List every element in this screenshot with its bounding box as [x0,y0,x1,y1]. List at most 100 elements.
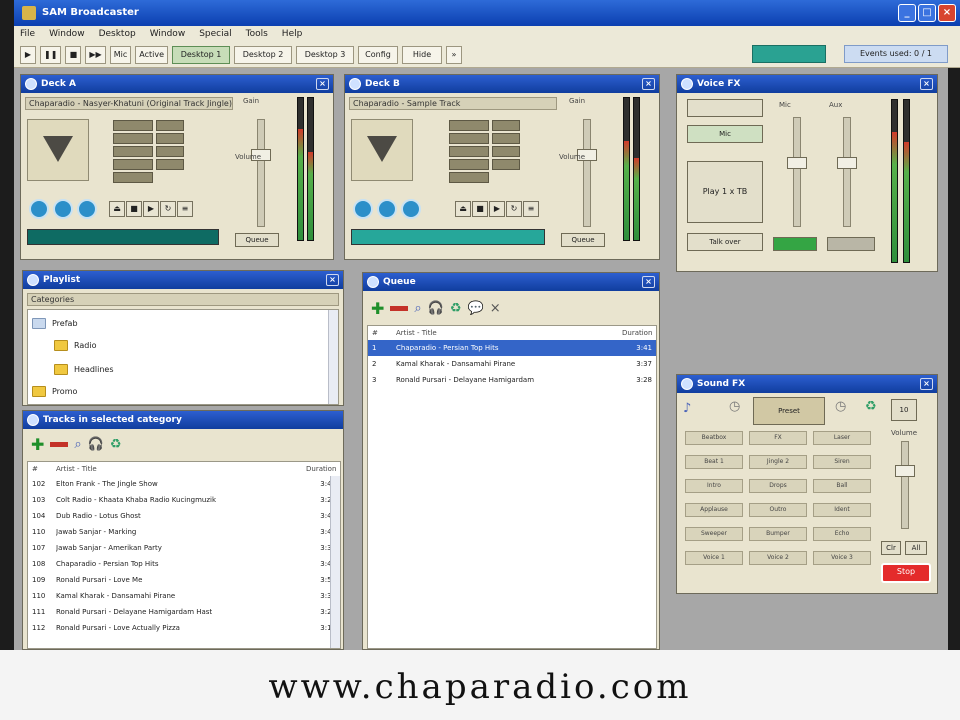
pause-icon[interactable]: ❚❚ [40,45,62,64]
menu-special[interactable]: Special [199,29,231,42]
queue-row[interactable]: 2 Kamal Kharak - Dansamahi Pirane 3:37 [368,356,656,372]
track-row[interactable]: 103 Colt Radio - Khaata Khaba Radio Kucin… [28,492,340,508]
queue-close-small-icon[interactable]: × [490,301,501,316]
deck-a-fx-icon[interactable]: ≡ [177,201,193,217]
fx-slot-button[interactable]: Drops [749,479,807,493]
deck-b-fx-icon[interactable]: ≡ [523,201,539,217]
deck-b-queue-button[interactable]: Queue [561,233,605,247]
voice-fx-aux-knob[interactable] [837,157,857,169]
mode-button[interactable]: Active [135,45,168,64]
fx-slot-button[interactable]: Jingle 2 [749,455,807,469]
fx-stop-button[interactable]: Stop [881,563,931,583]
voice-fx-mic-knob[interactable] [787,157,807,169]
queue-row[interactable]: 3 Ronald Pursari - Delayane Hamigardam 3:2… [368,372,656,388]
menu-help[interactable]: Help [282,29,303,42]
fx-slot-button[interactable]: Beat 1 [685,455,743,469]
queue-headphones-icon[interactable]: 🎧 [428,301,444,316]
fx-slot-button[interactable]: Outro [749,503,807,517]
fx-slot-button[interactable]: FX [749,431,807,445]
deck-b-prev-icon[interactable] [353,199,373,219]
track-row[interactable]: 107 Jawab Sanjar - Amerikan Party 3:35 [28,540,340,556]
fx-ten-button[interactable]: 10 [891,399,917,421]
deck-a-progress[interactable] [27,229,219,245]
mic-button[interactable]: Mic [109,45,132,64]
fx-note-icon[interactable]: ♪ [683,401,691,416]
deck-a-stop-icon[interactable]: ■ [126,201,142,217]
queue-search-icon[interactable]: ⌕ [414,301,421,316]
next-icon[interactable]: ▶▶ [85,45,106,64]
close-icon[interactable]: × [938,4,956,22]
voice-fx-gray-button[interactable] [827,237,875,251]
events-status[interactable]: Events used: 0 / 1 [844,45,948,63]
deck-a-loop-icon[interactable]: ↻ [160,201,176,217]
tab-config[interactable]: Config [358,45,398,64]
menu-file[interactable]: File [20,29,35,42]
play-icon[interactable]: ▶ [20,45,36,64]
menu-desktop[interactable]: Desktop [99,29,136,42]
menu-window[interactable]: Window [49,29,85,42]
track-row[interactable]: 102 Elton Frank - The Jingle Show 3:47 [28,476,340,492]
deck-b-progress[interactable] [351,229,545,245]
deck-b-next-icon[interactable] [401,199,421,219]
queue-row[interactable]: 1 Chaparadio - Persian Top Hits 3:41 [368,340,656,356]
fx-slot-button[interactable]: Voice 1 [685,551,743,565]
queue-add-icon[interactable]: ✚ [371,299,384,318]
recycle-icon[interactable]: ♻ [110,437,122,452]
tree-item-radio[interactable]: Radio [54,340,96,351]
tab-hide[interactable]: Hide [402,45,442,64]
fx-recycle-icon[interactable]: ♻ [865,399,877,414]
track-row[interactable]: 108 Chaparadio - Persian Top Hits 3:41 [28,556,340,572]
voice-fx-close-icon[interactable]: × [920,78,933,90]
fx-slot-button[interactable]: Beatbox [685,431,743,445]
tab-desktop-1[interactable]: Desktop 1 [172,45,230,64]
tracks-scrollbar[interactable] [330,476,340,648]
fx-slot-button[interactable]: Sweeper [685,527,743,541]
deck-a-play-icon[interactable] [53,199,73,219]
track-row[interactable]: 104 Dub Radio - Lotus Ghost 3:45 [28,508,340,524]
headphones-icon[interactable]: 🎧 [88,437,104,452]
queue-close-icon[interactable]: × [642,276,655,288]
fx-slot-button[interactable]: Voice 3 [813,551,871,565]
deck-a-eject-icon[interactable]: ⏏ [109,201,125,217]
fx-slot-button[interactable]: Intro [685,479,743,493]
tree-scrollbar[interactable] [328,310,338,404]
menu-tools[interactable]: Tools [246,29,268,42]
more-arrow-button[interactable]: » [446,45,462,64]
stop-icon[interactable]: ■ [65,45,82,64]
minimize-icon[interactable]: _ [898,4,916,22]
tree-item-promo[interactable]: Promo [32,386,77,397]
playlist-close-icon[interactable]: × [326,274,339,286]
menu-window-2[interactable]: Window [150,29,186,42]
remove-track-icon[interactable] [50,442,69,447]
voice-fx-play-button[interactable]: Play 1 x TB [687,161,763,223]
track-row[interactable]: 110 Jawab Sanjar - Marking 3:40 [28,524,340,540]
track-row[interactable]: 111 Ronald Pursari - Delayane Hamigardam … [28,604,340,620]
track-row[interactable]: 110 Kamal Kharak - Dansamahi Pirane 3:37 [28,588,340,604]
deck-a-next-icon[interactable] [77,199,97,219]
fx-clock-icon[interactable]: ◷ [729,399,740,414]
fx-slot-button[interactable]: Siren [813,455,871,469]
voice-fx-green-button[interactable] [773,237,817,251]
deck-b-eject-icon[interactable]: ⏏ [455,201,471,217]
tab-desktop-3[interactable]: Desktop 3 [296,45,354,64]
deck-b-stop-icon[interactable]: ■ [472,201,488,217]
deck-b-loop-icon[interactable]: ↻ [506,201,522,217]
fx-clear-button[interactable]: Clr [881,541,901,555]
fx-volume-knob[interactable] [895,465,915,477]
deck-b-play-icon[interactable] [377,199,397,219]
track-row[interactable]: 109 Ronald Pursari - Love Me 3:53 [28,572,340,588]
fx-slot-button[interactable]: Bumper [749,527,807,541]
deck-a-queue-button[interactable]: Queue [235,233,279,247]
queue-comment-icon[interactable]: 💬 [468,301,484,316]
fx-preset-button[interactable]: Preset [753,397,825,425]
voice-fx-mic-button[interactable]: Mic [687,125,763,143]
fx-slot-button[interactable]: Echo [813,527,871,541]
voice-fx-input[interactable] [687,99,763,117]
tree-item-headlines[interactable]: Headlines [54,364,114,375]
deck-b-close-icon[interactable]: × [642,78,655,90]
search-icon[interactable]: ⌕ [74,437,81,452]
fx-slot-button[interactable]: Ball [813,479,871,493]
maximize-icon[interactable]: □ [918,4,936,22]
tree-item-prefab[interactable]: Prefab [32,318,78,329]
fx-slot-button[interactable]: Applause [685,503,743,517]
